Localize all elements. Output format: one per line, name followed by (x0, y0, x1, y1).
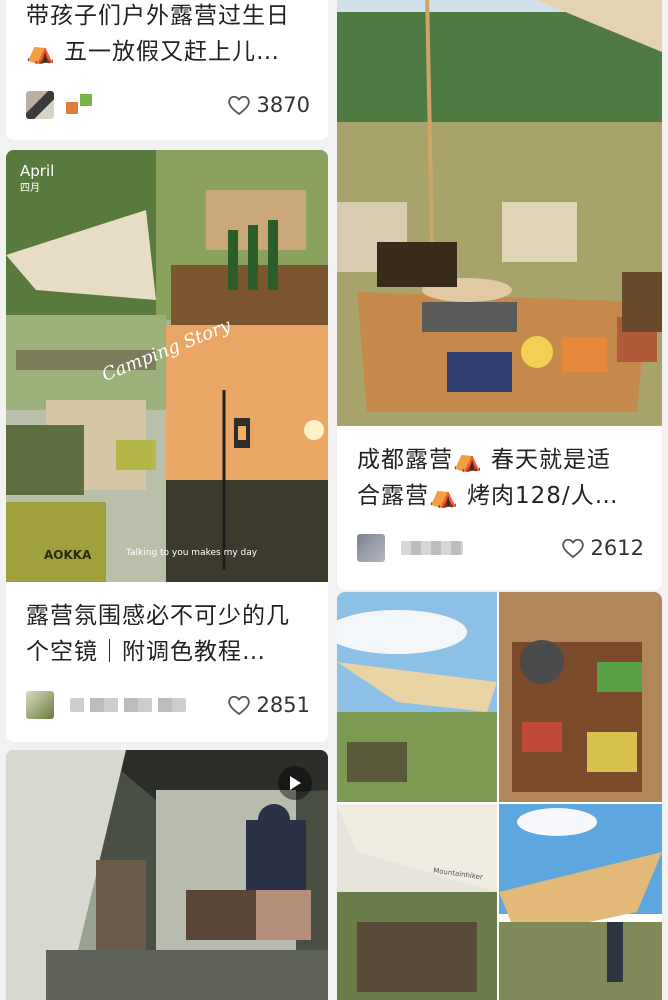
like-count: 2612 (590, 536, 644, 560)
collage-image (6, 150, 328, 582)
author-name[interactable] (70, 698, 186, 712)
brand-label: AOKKA (44, 548, 92, 562)
video-card[interactable] (6, 750, 328, 1000)
camping-grid-photo[interactable]: Mountainhiker (337, 592, 662, 1000)
like-count: 3870 (256, 93, 310, 117)
note-card[interactable]: 露营氛围感必不可少的几 个空镜｜附调色教程… 2851 (6, 582, 328, 742)
note-title: 露营氛围感必不可少的几 个空镜｜附调色教程… (26, 603, 290, 665)
note-card[interactable]: 成都露营⛺ 春天就是适 合露营⛺ 烤肉128/人… 2612 (337, 0, 662, 590)
avatar[interactable] (357, 534, 385, 562)
note-title: 带孩子们户外露营过生日 ⛺ 五一放假又赶上儿… (26, 3, 290, 65)
camping-table-photo[interactable] (337, 0, 662, 426)
note-title: 成都露营⛺ 春天就是适 合露营⛺ 烤肉128/人… (357, 447, 619, 509)
author-badge (66, 94, 96, 116)
note-card[interactable]: 带孩子们户外露营过生日 ⛺ 五一放假又赶上儿… 3870 (6, 0, 328, 140)
collage-photo[interactable]: April 四月 Camping Story Talking to you ma… (6, 150, 328, 582)
like-button[interactable]: 2851 (227, 693, 310, 717)
feed: 带孩子们户外露营过生日 ⛺ 五一放假又赶上儿… 3870 April 四月 Ca… (0, 0, 668, 1000)
collage-footer-text: Talking to you makes my day (126, 548, 258, 558)
author-name[interactable] (401, 541, 463, 555)
like-count: 2851 (256, 693, 310, 717)
note-card[interactable]: Mountainhiker (337, 592, 662, 1000)
heart-outline-icon (227, 95, 250, 116)
tent-video-thumbnail[interactable] (6, 750, 328, 1000)
note-meta: 2612 (357, 531, 644, 565)
note-meta: 3870 (26, 88, 310, 122)
avatar[interactable] (26, 691, 54, 719)
play-icon[interactable] (278, 766, 312, 800)
like-button[interactable]: 2612 (561, 536, 644, 560)
camping-grid-image (337, 592, 662, 1000)
heart-outline-icon (227, 695, 250, 716)
tent-emoji-icon: ⛺ (26, 39, 56, 65)
avatar[interactable] (26, 91, 54, 119)
note-card[interactable]: April 四月 Camping Story Talking to you ma… (6, 150, 328, 582)
camping-table-image (337, 0, 662, 426)
collage-caption: April 四月 (20, 162, 55, 194)
like-button[interactable]: 3870 (227, 93, 310, 117)
note-meta: 2851 (26, 688, 310, 722)
heart-outline-icon (561, 538, 584, 559)
